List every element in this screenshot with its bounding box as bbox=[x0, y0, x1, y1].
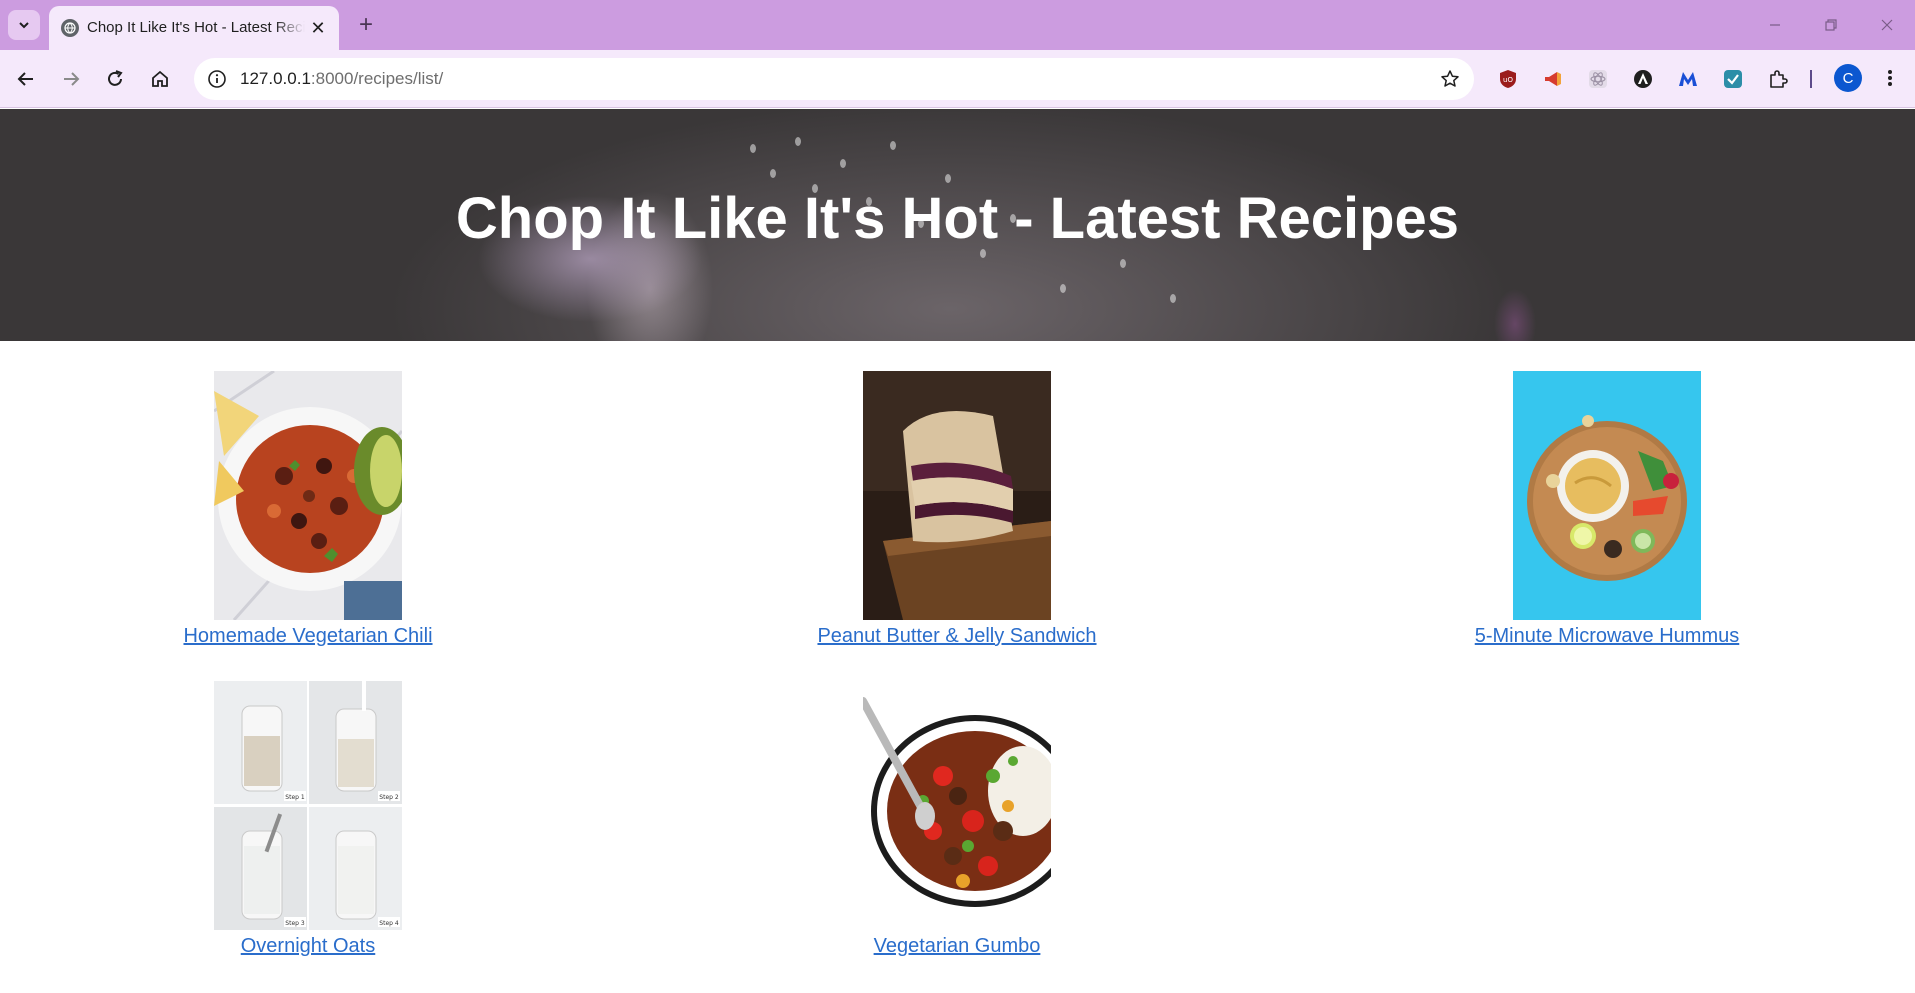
recipe-link[interactable]: 5-Minute Microwave Hummus bbox=[1475, 625, 1740, 648]
chevron-down-icon bbox=[19, 22, 29, 29]
megaphone-extension-icon[interactable] bbox=[1539, 65, 1567, 93]
ticktick-extension-icon[interactable] bbox=[1719, 65, 1747, 93]
recipe-card: Step 1 Step 2 Step 3 Step 4 Overnight Oa… bbox=[148, 681, 468, 958]
salt-speck bbox=[750, 144, 756, 153]
close-window-icon[interactable] bbox=[1864, 10, 1910, 40]
new-tab-icon[interactable]: + bbox=[352, 11, 380, 39]
salt-speck bbox=[1120, 259, 1126, 268]
forward-icon[interactable] bbox=[55, 63, 87, 95]
restore-icon[interactable] bbox=[1808, 10, 1854, 40]
recipe-image-chili[interactable] bbox=[214, 371, 402, 620]
url-path: :8000/recipes/list/ bbox=[310, 69, 444, 88]
page-title: Chop It Like It's Hot - Latest Recipes bbox=[455, 186, 1460, 251]
recipe-link[interactable]: Peanut Butter & Jelly Sandwich bbox=[817, 625, 1096, 648]
recipe-image-oats[interactable]: Step 1 Step 2 Step 3 Step 4 bbox=[214, 681, 402, 930]
step-label: Step 3 bbox=[285, 920, 305, 927]
ublock-shield-icon[interactable]: uO bbox=[1494, 65, 1522, 93]
svg-text:uO: uO bbox=[1503, 76, 1513, 84]
step-label: Step 1 bbox=[285, 794, 305, 801]
hero-banner: Chop It Like It's Hot - Latest Recipes bbox=[0, 109, 1915, 341]
tab-search-button[interactable] bbox=[8, 10, 40, 40]
home-icon[interactable] bbox=[144, 63, 176, 95]
url-host: 127.0.0.1 bbox=[240, 69, 311, 88]
minimize-icon[interactable] bbox=[1752, 10, 1798, 40]
recipe-card: 5-Minute Microwave Hummus bbox=[1447, 371, 1767, 648]
bookmark-star-icon[interactable] bbox=[1438, 67, 1462, 91]
recipe-link[interactable]: Overnight Oats bbox=[241, 935, 376, 958]
active-tab[interactable]: Chop It Like It's Hot - Latest Recipes ✕ bbox=[49, 6, 339, 50]
address-bar[interactable]: 127.0.0.1:8000/recipes/list/ bbox=[194, 58, 1474, 100]
tab-title: Chop It Like It's Hot - Latest Recipes bbox=[87, 19, 305, 39]
react-devtools-icon[interactable] bbox=[1584, 65, 1612, 93]
recipe-image-hummus[interactable] bbox=[1513, 371, 1701, 620]
malwarebytes-icon[interactable] bbox=[1674, 65, 1702, 93]
salt-speck bbox=[1060, 284, 1066, 293]
globe-icon bbox=[61, 19, 79, 37]
recipe-card: Vegetarian Gumbo bbox=[797, 681, 1117, 958]
recipe-image-pbj[interactable] bbox=[863, 371, 1051, 620]
step-label: Step 4 bbox=[379, 920, 399, 927]
salt-speck bbox=[890, 141, 896, 150]
salt-speck bbox=[770, 169, 776, 178]
angular-extension-icon[interactable] bbox=[1629, 65, 1657, 93]
salt-speck bbox=[1170, 294, 1176, 303]
recipe-card: Homemade Vegetarian Chili bbox=[148, 371, 468, 648]
toolbar-separator bbox=[1810, 70, 1812, 88]
url-text: 127.0.0.1:8000/recipes/list/ bbox=[240, 69, 443, 89]
back-icon[interactable] bbox=[10, 63, 42, 95]
recipe-image-gumbo[interactable] bbox=[863, 681, 1051, 930]
site-info-icon[interactable] bbox=[206, 68, 228, 90]
more-menu-icon[interactable] bbox=[1876, 64, 1904, 92]
reload-icon[interactable] bbox=[99, 63, 131, 95]
salt-speck bbox=[945, 174, 951, 183]
browser-toolbar: 127.0.0.1:8000/recipes/list/ uO C bbox=[0, 50, 1915, 108]
extensions-puzzle-icon[interactable] bbox=[1764, 65, 1792, 93]
salt-speck bbox=[840, 159, 846, 168]
step-label: Step 2 bbox=[379, 794, 399, 801]
close-tab-icon[interactable]: ✕ bbox=[307, 17, 329, 39]
profile-avatar[interactable]: C bbox=[1834, 64, 1862, 92]
recipe-link[interactable]: Vegetarian Gumbo bbox=[874, 935, 1041, 958]
recipe-link[interactable]: Homemade Vegetarian Chili bbox=[183, 625, 432, 648]
salt-speck bbox=[795, 137, 801, 146]
tab-strip: Chop It Like It's Hot - Latest Recipes ✕… bbox=[0, 0, 1915, 50]
recipe-card: Peanut Butter & Jelly Sandwich bbox=[797, 371, 1117, 648]
